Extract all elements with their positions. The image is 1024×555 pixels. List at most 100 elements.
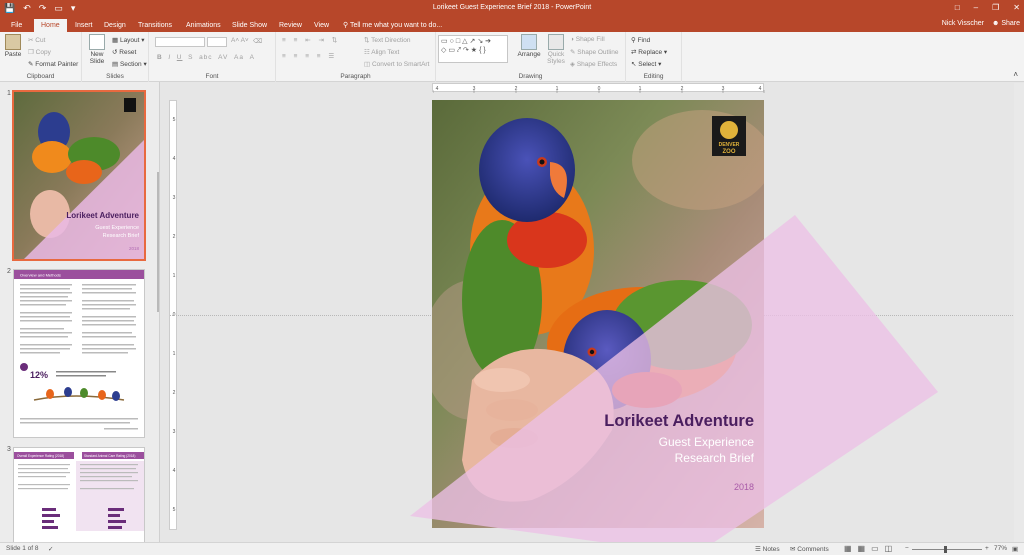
drawing-label: Drawing <box>518 73 543 80</box>
font-size-box[interactable] <box>207 37 227 47</box>
list-buttons[interactable]: ≡ ≡ ⇤ ⇥ ⇅ <box>282 36 340 44</box>
tab-transitions[interactable]: Transitions <box>135 19 175 32</box>
slide-counter: Slide 1 of 8 <box>6 545 39 552</box>
editing-group: ⚲ Find ⇄ Replace ▾ ↖ Select ▾ Editing <box>626 32 682 82</box>
tab-slide-show[interactable]: Slide Show <box>229 19 270 32</box>
ribbon-tabs: File Home Insert Design Transitions Anim… <box>0 17 1024 32</box>
slide-3-preview: Overall Experience Rating (2018) Standar… <box>14 448 144 542</box>
zoom-in-icon[interactable]: + <box>985 545 989 552</box>
cut-button[interactable]: ✂ Cut <box>28 36 45 44</box>
font-name-box[interactable] <box>155 37 205 47</box>
comments-button[interactable]: ✉ Comments <box>790 545 829 553</box>
font-label: Font <box>205 73 219 80</box>
view-buttons[interactable]: ▦▦▭◫ <box>844 544 898 553</box>
shape-fill-button[interactable]: ◑ Shape Fill <box>570 36 605 43</box>
zoom-out-icon[interactable]: − <box>905 545 909 552</box>
thumb2-stat: 12% <box>30 370 48 380</box>
ruler-label: 5 <box>173 507 176 513</box>
zoom-level[interactable]: 77% <box>994 545 1007 552</box>
tab-design[interactable]: Design <box>101 19 129 32</box>
slide-number: 1 <box>7 90 11 97</box>
font-group: A˄ A˅ ⌫ B I U S abc AV Aa A Font <box>149 32 276 82</box>
lightbulb-icon: ⚲ <box>343 22 350 29</box>
minimize-button[interactable]: – <box>974 3 978 12</box>
quick-styles-button[interactable]: Quick Styles <box>544 34 568 65</box>
paragraph-group: ≡ ≡ ⇤ ⇥ ⇅ ≡ ≡ ≡ ≡ ☰ ⇅ Text Direction ☷ A… <box>276 32 436 82</box>
ribbon-options-icon[interactable]: □ <box>955 3 960 12</box>
ruler-label: 3 <box>473 86 476 92</box>
user-name[interactable]: Nick Visscher <box>942 20 984 27</box>
tell-me-box[interactable]: ⚲ Tell me what you want to do... <box>340 19 445 32</box>
new-slide-icon <box>89 34 105 50</box>
align-buttons[interactable]: ≡ ≡ ≡ ≡ ☰ <box>282 52 337 60</box>
paste-button[interactable]: Paste <box>2 34 24 58</box>
increase-font-icon[interactable]: A˄ A˅ <box>231 37 249 44</box>
slides-label: Slides <box>106 73 124 80</box>
tab-file[interactable]: File <box>8 19 25 32</box>
ruler-label: 5 <box>173 117 176 123</box>
layout-button[interactable]: ▦ Layout ▾ <box>112 36 145 44</box>
tab-review[interactable]: Review <box>276 19 305 32</box>
collapse-ribbon-icon[interactable]: ˄ <box>1013 70 1018 79</box>
select-button[interactable]: ↖ Select ▾ <box>631 60 661 68</box>
ruler-label: 3 <box>722 86 725 92</box>
ruler-label: 3 <box>173 429 176 435</box>
drawing-group: ▭○□△↗↘➔ ◇▭⤤↷★{} Arrange Quick Styles ◑ S… <box>436 32 626 82</box>
ruler-label: 1 <box>556 86 559 92</box>
text-direction-button[interactable]: ⇅ Text Direction <box>364 36 411 44</box>
section-button[interactable]: ▤ Section ▾ <box>112 60 147 68</box>
smartart-button[interactable]: ◫ Convert to SmartArt <box>364 60 429 68</box>
clear-formatting-icon[interactable]: ⌫ <box>253 37 262 45</box>
slide-title[interactable]: Lorikeet Adventure <box>604 412 754 431</box>
fit-to-window-icon[interactable]: ▣ <box>1012 545 1018 553</box>
reset-button[interactable]: ↺ Reset <box>112 48 136 56</box>
ruler-label: 3 <box>173 195 176 201</box>
notes-icon: ☰ <box>755 546 763 553</box>
tab-home[interactable]: Home <box>34 19 67 32</box>
ruler-label: 1 <box>173 351 176 357</box>
slide-number: 2 <box>7 268 11 275</box>
format-painter-button[interactable]: ✎ Format Painter <box>28 60 78 68</box>
thumb2-heading: Overview and Methods <box>20 273 61 278</box>
slide-year[interactable]: 2018 <box>734 482 754 492</box>
tab-view[interactable]: View <box>311 19 332 32</box>
thumb3-heading-left: Overall Experience Rating (2018) <box>17 454 64 458</box>
paragraph-label: Paragraph <box>340 73 371 80</box>
copy-icon: ❐ <box>28 49 36 56</box>
new-slide-button[interactable]: New Slide <box>86 34 108 65</box>
zoom-slider-thumb[interactable] <box>944 546 947 553</box>
arrange-button[interactable]: Arrange <box>516 34 542 58</box>
section-icon: ▤ <box>112 61 120 68</box>
zoom-slider[interactable] <box>912 549 982 550</box>
spelling-icon[interactable]: ✓ <box>48 545 53 553</box>
tab-insert[interactable]: Insert <box>72 19 96 32</box>
replace-button[interactable]: ⇄ Replace ▾ <box>631 48 667 56</box>
ruler-label: 1 <box>173 273 176 279</box>
slide-subtitle-1[interactable]: Guest Experience <box>659 435 754 449</box>
slide-subtitle-2[interactable]: Research Brief <box>675 451 754 465</box>
align-text-button[interactable]: ☷ Align Text <box>364 48 399 56</box>
close-button[interactable]: ✕ <box>1013 3 1020 12</box>
find-button[interactable]: ⚲ Find <box>631 36 650 44</box>
restore-button[interactable]: ❐ <box>992 3 999 12</box>
slide-thumbnail-1[interactable]: Lorikeet Adventure Guest Experience Rese… <box>14 92 144 259</box>
tab-animations[interactable]: Animations <box>183 19 224 32</box>
ruler-label: 1 <box>639 86 642 92</box>
shapes-gallery[interactable]: ▭○□△↗↘➔ ◇▭⤤↷★{} <box>438 35 508 63</box>
copy-button[interactable]: ❐ Copy <box>28 48 51 56</box>
slide-text-layer: Lorikeet Adventure Guest Experience Rese… <box>432 100 764 528</box>
shape-effects-button[interactable]: ◈ Shape Effects <box>570 60 617 68</box>
thumbnail-scrollbar[interactable] <box>157 172 159 312</box>
share-button[interactable]: ☻ Share <box>992 20 1020 27</box>
smartart-icon: ◫ <box>364 61 372 68</box>
layout-icon: ▦ <box>112 37 120 44</box>
slide-thumbnail-3[interactable]: Overall Experience Rating (2018) Standar… <box>14 448 144 542</box>
shape-outline-button[interactable]: ✎ Shape Outline <box>570 48 618 56</box>
notes-button[interactable]: ☰ Notes <box>755 545 780 553</box>
slide-thumbnail-2[interactable]: Overview and Methods 12% <box>14 270 144 437</box>
status-bar: Slide 1 of 8 ✓ ☰ Notes ✉ Comments ▦▦▭◫ −… <box>0 542 1024 555</box>
font-style-buttons[interactable]: B I U S abc AV Aa A <box>157 54 255 61</box>
thumb3-heading-right: Standard Animal Care Rating (2018) <box>84 454 135 458</box>
editor-scrollbar[interactable] <box>1014 83 1024 542</box>
horizontal-ruler-ticks: 4 3 2 1 0 1 2 3 4 <box>433 86 765 93</box>
